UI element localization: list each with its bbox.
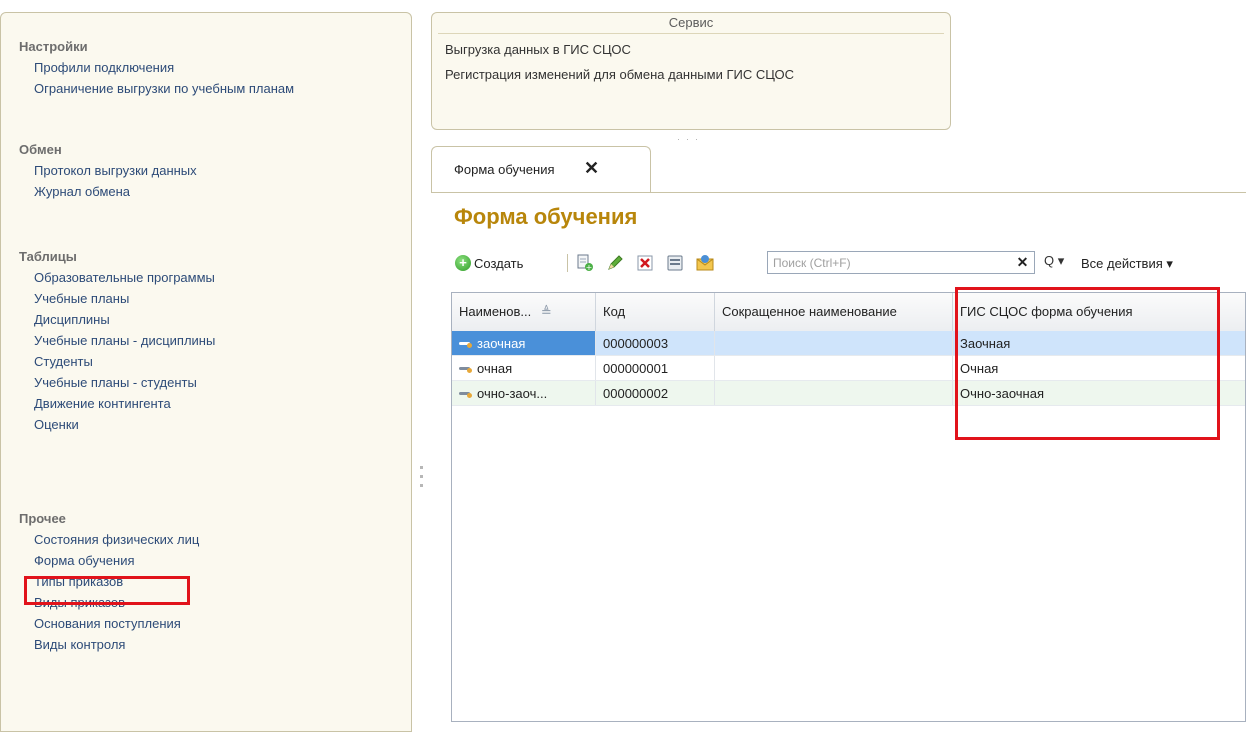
create-button[interactable]: + Создать bbox=[455, 252, 523, 274]
cell-name[interactable]: очная bbox=[452, 356, 596, 381]
close-icon[interactable]: ✕ bbox=[584, 158, 599, 179]
panel-splitter-handle[interactable] bbox=[416, 460, 426, 504]
service-panel: Сервис Выгрузка данных в ГИС СЦОС Регист… bbox=[431, 12, 951, 130]
cell-name-text: очно-заоч... bbox=[477, 386, 548, 401]
nav-item-grades[interactable]: Оценки bbox=[34, 414, 215, 435]
toolbar-divider bbox=[567, 254, 568, 272]
nav-item-curricula-students[interactable]: Учебные планы - студенты bbox=[34, 372, 215, 393]
plus-icon: + bbox=[455, 255, 471, 271]
cell-gis-form[interactable]: Очно-заочная bbox=[953, 381, 1246, 406]
tab-label: Форма обучения bbox=[454, 162, 555, 177]
service-panel-title: Сервис bbox=[668, 15, 714, 30]
cell-short-name[interactable] bbox=[715, 331, 953, 356]
nav-item-control-types[interactable]: Виды контроля bbox=[34, 634, 199, 655]
tab-education-form[interactable]: Форма обучения ✕ bbox=[431, 146, 651, 192]
column-header-label: Наименов... bbox=[459, 304, 532, 319]
all-actions-menu[interactable]: Все действия ▾ bbox=[1081, 256, 1173, 272]
nav-item-order-kinds[interactable]: Виды приказов bbox=[34, 592, 199, 613]
edit-icon[interactable] bbox=[606, 254, 624, 272]
nav-section-title: Таблицы bbox=[19, 249, 77, 264]
education-form-table: Наименов... ≜ Код Сокращенное наименован… bbox=[451, 292, 1246, 722]
create-label: Создать bbox=[474, 255, 524, 271]
nav-section-title: Настройки bbox=[19, 39, 88, 54]
search-field[interactable]: ✕ bbox=[767, 251, 1035, 274]
nav-item-curricula[interactable]: Учебные планы bbox=[34, 288, 215, 309]
service-item-export-data[interactable]: Выгрузка данных в ГИС СЦОС bbox=[445, 42, 631, 57]
nav-section-tables: Таблицы Образовательные программы Учебны… bbox=[19, 247, 215, 435]
nav-item-exchange-log[interactable]: Журнал обмена bbox=[34, 181, 197, 202]
nav-item-export-restriction[interactable]: Ограничение выгрузки по учебным планам bbox=[34, 78, 294, 99]
cell-code[interactable]: 000000003 bbox=[596, 331, 715, 356]
cell-name-text: заочная bbox=[477, 336, 526, 351]
nav-item-export-protocol[interactable]: Протокол выгрузки данных bbox=[34, 160, 197, 181]
nav-section-settings: Настройки Профили подключения Ограничени… bbox=[19, 37, 294, 99]
catalog-item-icon bbox=[459, 390, 472, 398]
search-icon[interactable]: Q ▾ bbox=[1044, 253, 1064, 269]
mail-icon[interactable] bbox=[696, 254, 714, 272]
tab-bar: Форма обучения ✕ bbox=[431, 146, 1246, 193]
service-divider bbox=[438, 33, 944, 34]
cell-gis-form[interactable]: Очная bbox=[953, 356, 1246, 381]
table-header: Наименов... ≜ Код Сокращенное наименован… bbox=[452, 293, 1245, 332]
catalog-item-icon bbox=[459, 365, 472, 373]
nav-item-curricula-disciplines[interactable]: Учебные планы - дисциплины bbox=[34, 330, 215, 351]
nav-section-title: Прочее bbox=[19, 511, 66, 526]
toolbar: + Создать + ✕ Q ▾ Все действия ▾ bbox=[455, 248, 1245, 278]
nav-item-disciplines[interactable]: Дисциплины bbox=[34, 309, 215, 330]
nav-item-admission-grounds[interactable]: Основания поступления bbox=[34, 613, 199, 634]
column-header-name[interactable]: Наименов... ≜ bbox=[452, 293, 596, 331]
nav-section-title: Обмен bbox=[19, 142, 62, 157]
sort-ascending-icon: ≜ bbox=[540, 304, 552, 319]
cell-short-name[interactable] bbox=[715, 381, 953, 406]
service-resize-grip-icon[interactable]: ··· bbox=[677, 134, 704, 144]
delete-icon[interactable] bbox=[636, 254, 654, 272]
cell-code[interactable]: 000000001 bbox=[596, 356, 715, 381]
nav-item-order-types[interactable]: Типы приказов bbox=[34, 571, 199, 592]
column-header-code[interactable]: Код bbox=[596, 293, 715, 331]
list-report-icon[interactable] bbox=[666, 254, 684, 272]
nav-item-person-states[interactable]: Состояния физических лиц bbox=[34, 529, 199, 550]
catalog-item-icon bbox=[459, 340, 472, 348]
nav-section-exchange: Обмен Протокол выгрузки данных Журнал об… bbox=[19, 140, 197, 202]
cell-name[interactable]: очно-заоч... bbox=[452, 381, 596, 406]
nav-item-contingent-movement[interactable]: Движение контингента bbox=[34, 393, 215, 414]
column-header-short-name[interactable]: Сокращенное наименование bbox=[715, 293, 953, 331]
copy-icon[interactable]: + bbox=[576, 254, 594, 272]
nav-item-students[interactable]: Студенты bbox=[34, 351, 215, 372]
cell-name-text: очная bbox=[477, 361, 513, 376]
cell-name[interactable]: заочная bbox=[452, 331, 596, 356]
table-row[interactable]: очно-заоч... 000000002 Очно-заочная bbox=[452, 381, 1245, 406]
search-input[interactable] bbox=[773, 254, 973, 271]
table-row[interactable]: очная 000000001 Очная bbox=[452, 356, 1245, 381]
cell-code[interactable]: 000000002 bbox=[596, 381, 715, 406]
service-item-register-changes[interactable]: Регистрация изменений для обмена данными… bbox=[445, 67, 794, 82]
page-title: Форма обучения bbox=[454, 204, 638, 229]
cell-short-name[interactable] bbox=[715, 356, 953, 381]
nav-section-other: Прочее Состояния физических лиц Форма об… bbox=[19, 509, 199, 655]
cell-gis-form[interactable]: Заочная bbox=[953, 331, 1246, 356]
nav-item-educational-programs[interactable]: Образовательные программы bbox=[34, 267, 215, 288]
navigation-panel: Настройки Профили подключения Ограничени… bbox=[0, 12, 412, 732]
nav-item-connection-profiles[interactable]: Профили подключения bbox=[34, 57, 294, 78]
column-header-gis-form[interactable]: ГИС СЦОС форма обучения bbox=[953, 293, 1246, 331]
nav-item-education-form[interactable]: Форма обучения bbox=[34, 550, 199, 571]
svg-text:+: + bbox=[586, 263, 593, 272]
table-row[interactable]: заочная 000000003 Заочная bbox=[452, 331, 1245, 356]
clear-search-icon[interactable]: ✕ bbox=[1015, 255, 1030, 270]
